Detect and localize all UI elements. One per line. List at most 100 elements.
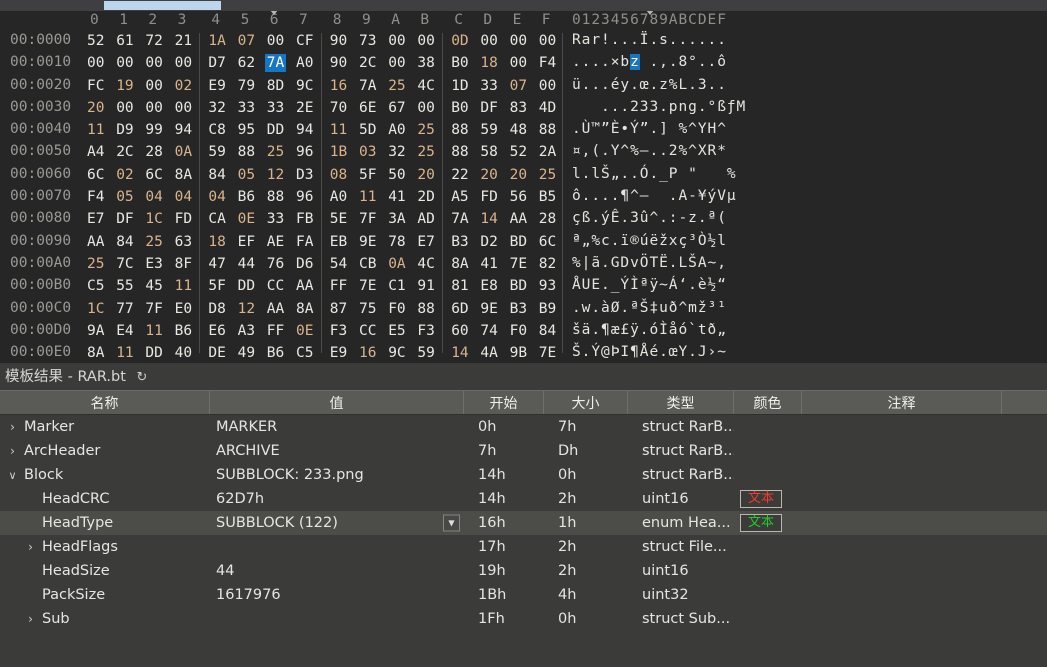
- cell-color[interactable]: [734, 607, 802, 631]
- hex-byte[interactable]: 1A: [206, 32, 227, 50]
- hex-row-ascii[interactable]: ÅUE._ÝÌªÿ~Á‘.è½“: [572, 277, 727, 293]
- hex-byte[interactable]: 67: [386, 99, 407, 117]
- cell-color[interactable]: [734, 415, 802, 439]
- hex-byte[interactable]: 59: [206, 143, 227, 161]
- table-column-header[interactable]: 颜色: [734, 391, 802, 414]
- hex-byte[interactable]: 94: [294, 121, 315, 139]
- hex-byte[interactable]: 33: [478, 77, 499, 95]
- hex-row-ascii[interactable]: %|ã.GDvÖTË.LŠA~‚: [572, 255, 727, 271]
- cell-value[interactable]: [210, 607, 464, 631]
- hex-byte[interactable]: F0: [508, 322, 529, 340]
- cell-color[interactable]: [734, 439, 802, 463]
- hex-byte[interactable]: 88: [449, 143, 470, 161]
- hex-byte[interactable]: 33: [265, 210, 286, 228]
- hex-byte[interactable]: 32: [206, 99, 227, 117]
- hex-byte[interactable]: 6C: [143, 166, 164, 184]
- hex-row[interactable]: 00:0020 FC 19 00 02 E9 79 8D 9C 16 7A 25 4C 1D 33 07 00 ü…: [0, 75, 1047, 97]
- hex-byte[interactable]: 0D: [449, 32, 470, 50]
- hex-byte[interactable]: 00: [478, 32, 499, 50]
- hex-byte[interactable]: BD: [508, 277, 529, 295]
- hex-byte[interactable]: 00: [508, 54, 529, 72]
- hex-byte[interactable]: D3: [294, 166, 315, 184]
- template-table-body[interactable]: › Marker MARKER 0h 7h struct RarB... › ArcHeade…: [0, 415, 1047, 631]
- hex-byte[interactable]: F3: [328, 322, 349, 340]
- hex-byte[interactable]: 28: [537, 210, 558, 228]
- hex-byte[interactable]: E0: [173, 300, 194, 318]
- hex-byte[interactable]: 9C: [386, 344, 407, 362]
- cell-color[interactable]: [734, 583, 802, 607]
- hex-byte[interactable]: 02: [114, 166, 135, 184]
- hex-row[interactable]: 00:0040 11 D9 99 94 C8 95 DD 94 11 5D A0 25 88 59 48 88.…: [0, 119, 1047, 141]
- hex-byte[interactable]: C8: [206, 121, 227, 139]
- hex-byte[interactable]: 0A: [173, 143, 194, 161]
- hex-byte[interactable]: 2C: [357, 54, 378, 72]
- table-column-header[interactable]: 类型: [628, 391, 734, 414]
- hex-byte[interactable]: 82: [537, 255, 558, 273]
- hex-byte[interactable]: 88: [415, 300, 436, 318]
- hex-byte[interactable]: D6: [294, 255, 315, 273]
- hex-byte[interactable]: 96: [294, 188, 315, 206]
- cell-name[interactable]: PackSize: [0, 583, 210, 607]
- template-results-pane[interactable]: 模板结果 - RAR.bt ↻ 名称值开始 大小 类型 颜色 注释 › Marker MAR…: [0, 364, 1047, 667]
- hex-byte[interactable]: 79: [236, 77, 257, 95]
- hex-byte[interactable]: 4C: [415, 255, 436, 273]
- hex-byte[interactable]: 8D: [265, 77, 286, 95]
- hex-byte[interactable]: 94: [173, 121, 194, 139]
- hex-row[interactable]: 00:0080 E7 DF 1C FD CA 0E 33 FB 5E 7F 3A AD 7A 14 AA 28 ç…: [0, 208, 1047, 230]
- hex-byte[interactable]: 41: [478, 255, 499, 273]
- hex-byte[interactable]: 7A: [357, 77, 378, 95]
- hex-byte[interactable]: 73: [357, 32, 378, 50]
- hex-byte[interactable]: B6: [236, 188, 257, 206]
- hex-row-ascii[interactable]: ô....¶^– .A-¥ýVµ: [572, 188, 737, 204]
- hex-byte[interactable]: D8: [206, 300, 227, 318]
- hex-row[interactable]: 00:0030 20 00 00 00 32 33 33 2E 70 6E 67 00 B0 DF 83 4D …: [0, 97, 1047, 119]
- hex-byte[interactable]: 6C: [85, 166, 106, 184]
- hex-byte[interactable]: 00: [173, 54, 194, 72]
- hex-byte[interactable]: 25: [415, 143, 436, 161]
- hex-row[interactable]: 00:00A0 25 7C E3 8F 47 44 76 D6 54 CB 0A 4C 8A 41 7E 82%…: [0, 253, 1047, 275]
- cell-value[interactable]: [210, 535, 464, 559]
- hex-byte[interactable]: D9: [114, 121, 135, 139]
- hex-byte[interactable]: 2E: [294, 99, 315, 117]
- chevron-right-icon[interactable]: ›: [6, 420, 19, 434]
- table-column-header[interactable]: 值: [210, 391, 464, 414]
- hex-byte[interactable]: 0A: [386, 255, 407, 273]
- cell-color[interactable]: 文本: [734, 487, 802, 511]
- hex-byte[interactable]: F0: [386, 300, 407, 318]
- hex-byte[interactable]: DD: [265, 121, 286, 139]
- table-row[interactable]: HeadSize 44 19h 2h uint16: [0, 559, 1047, 583]
- hex-byte[interactable]: 11: [173, 277, 194, 295]
- hex-byte[interactable]: B9: [537, 300, 558, 318]
- hex-byte[interactable]: F3: [415, 322, 436, 340]
- hex-byte[interactable]: 63: [173, 233, 194, 251]
- hex-byte[interactable]: 9E: [357, 233, 378, 251]
- hex-byte[interactable]: 33: [236, 99, 257, 117]
- chevron-down-icon[interactable]: ∨: [6, 469, 19, 482]
- hex-byte[interactable]: 04: [206, 188, 227, 206]
- hex-byte[interactable]: 7C: [114, 255, 135, 273]
- hex-byte[interactable]: 00: [537, 77, 558, 95]
- hex-byte[interactable]: 4C: [415, 77, 436, 95]
- hex-byte[interactable]: DF: [478, 99, 499, 117]
- hex-byte[interactable]: 88: [265, 188, 286, 206]
- template-results-table[interactable]: 名称值开始 大小 类型 颜色 注释 › Marker MARKER 0h 7h struct Ra…: [0, 390, 1047, 631]
- hex-byte[interactable]: 88: [537, 121, 558, 139]
- hex-byte[interactable]: 00: [143, 99, 164, 117]
- hex-byte[interactable]: 52: [85, 32, 106, 50]
- table-row[interactable]: › HeadFlags 17h 2h struct File...: [0, 535, 1047, 559]
- hex-byte[interactable]: 78: [386, 233, 407, 251]
- hex-byte[interactable]: 05: [114, 188, 135, 206]
- hex-byte[interactable]: 00: [173, 99, 194, 117]
- hex-row[interactable]: 00:00B0 C5 55 45 11 5F DD CC AA FF 7E C1 91 81 E8 BD 93 Å…: [0, 275, 1047, 297]
- hex-byte[interactable]: 6E: [357, 99, 378, 117]
- hex-row[interactable]: 00:0090 AA 84 25 63 18 EF AE FA EB 9E 78 E7 B3 D2 BD 6C ª…: [0, 231, 1047, 253]
- hex-byte[interactable]: 72: [143, 32, 164, 50]
- hex-byte[interactable]: 6C: [537, 233, 558, 251]
- hex-byte[interactable]: E6: [206, 322, 227, 340]
- table-column-header[interactable]: 大小: [544, 391, 628, 414]
- hex-byte[interactable]: 00: [143, 77, 164, 95]
- hex-byte[interactable]: F4: [537, 54, 558, 72]
- hex-byte[interactable]: 20: [85, 99, 106, 117]
- hex-byte[interactable]: 14: [449, 344, 470, 362]
- hex-byte[interactable]: 8A: [85, 344, 106, 362]
